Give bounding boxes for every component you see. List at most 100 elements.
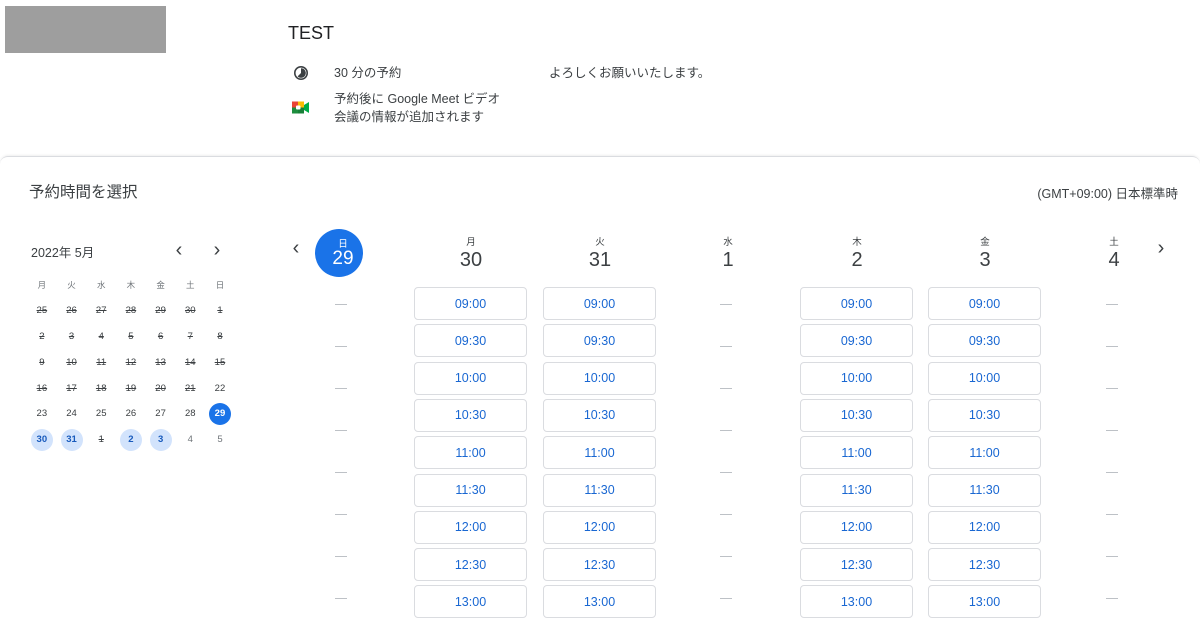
clock-icon	[290, 64, 312, 82]
time-slot-button[interactable]: 12:30	[928, 548, 1041, 582]
day-column: 金 3 09:00 09:30 10:00 10:30 11:00 11:30 12:00 12:…	[925, 228, 1045, 619]
time-slot-button[interactable]: 09:30	[800, 324, 913, 358]
mini-calendar-day[interactable]: 23	[27, 403, 57, 425]
time-slot-button[interactable]: 10:30	[800, 398, 913, 432]
mini-calendar-week: 9 10 11 12 13 14 15	[27, 349, 237, 375]
meet-row: 予約後に Google Meet ビデオ 会議の情報が追加されます	[290, 90, 530, 126]
chevron-left-icon: ‹	[175, 238, 183, 261]
mini-calendar-day-number: 17	[66, 382, 77, 394]
mini-calendar-day-number: 1	[217, 305, 223, 317]
mini-prev-month-button[interactable]: ‹	[165, 236, 193, 264]
time-slot-button[interactable]: 13:00	[800, 585, 913, 619]
time-slot-button[interactable]: 09:30	[414, 324, 527, 358]
chevron-right-icon: ›	[213, 238, 221, 261]
time-slot-button[interactable]: 10:00	[800, 361, 913, 395]
mini-next-month-button[interactable]: ›	[203, 236, 231, 264]
mini-calendar-day-number: 30	[184, 305, 196, 317]
time-slot-button[interactable]: 12:00	[928, 510, 1041, 544]
mini-weekday-label: 土	[186, 279, 195, 290]
time-slot-button[interactable]: 12:30	[800, 548, 913, 582]
duration-label: 30 分の予約	[334, 66, 402, 80]
time-slot-button[interactable]: 10:30	[928, 398, 1041, 432]
mini-calendar-day-number: 21	[184, 382, 196, 394]
mini-calendar-day: 13	[146, 351, 176, 373]
time-slot-button[interactable]: 11:00	[928, 436, 1041, 470]
day-weekday: 月	[466, 237, 476, 248]
mini-calendar-day[interactable]: 22	[205, 377, 235, 399]
mini-calendar-day: 11	[86, 351, 116, 373]
event-description: よろしくお願いいたします。	[549, 66, 711, 80]
time-slot-button[interactable]: 12:00	[543, 510, 656, 544]
time-slot-button[interactable]: 09:00	[543, 287, 656, 320]
time-slot-button[interactable]: 13:00	[928, 585, 1041, 619]
mini-calendar-week: 2 3 4 5 6 7 8	[27, 324, 237, 350]
logo-placeholder	[5, 6, 166, 53]
day-number: 4	[1108, 249, 1120, 271]
google-meet-icon	[290, 98, 312, 116]
mini-calendar-day[interactable]: 4	[175, 429, 205, 451]
day-column: 水1	[668, 228, 788, 599]
mini-calendar-day[interactable]: 25	[86, 403, 116, 425]
mini-calendar-day-number: 29	[155, 305, 166, 317]
timezone-label[interactable]: (GMT+09:00) 日本標準時	[1037, 183, 1178, 202]
mini-calendar: 2022年 5月 ‹ › 月火水木金土日 25 26 27 28 29 30 1 2 3 4 5 6 7 8…	[22, 236, 232, 451]
time-slot-button[interactable]: 10:30	[414, 398, 527, 432]
time-slot-button[interactable]: 13:00	[543, 585, 656, 619]
mini-calendar-day: 12	[116, 351, 146, 373]
time-slot-button[interactable]: 10:30	[543, 398, 656, 432]
mini-calendar-day[interactable]: 28	[175, 403, 205, 425]
time-slot-button[interactable]: 12:30	[543, 548, 656, 582]
time-slot-button[interactable]: 12:00	[414, 510, 527, 544]
mini-calendar-day: 29	[146, 300, 176, 322]
duration-row: 30 分の予約	[290, 64, 401, 82]
mini-calendar-day: 18	[86, 377, 116, 399]
time-slot-button[interactable]: 11:30	[414, 473, 527, 507]
time-slot-button[interactable]: 11:30	[543, 473, 656, 507]
mini-calendar-day-number: 25	[36, 305, 48, 317]
time-slot-button[interactable]: 11:30	[800, 473, 913, 507]
time-slot-button[interactable]: 09:30	[928, 324, 1041, 358]
mini-calendar-day-number: 6	[157, 330, 164, 342]
time-slot-button[interactable]: 11:00	[800, 436, 913, 470]
mini-calendar-day[interactable]: 31	[57, 428, 87, 451]
mini-calendar-day[interactable]: 30	[27, 428, 57, 451]
mini-calendar-day[interactable]: 5	[205, 429, 235, 451]
mini-weekday-label: 金	[156, 279, 165, 290]
mini-calendar-day[interactable]: 29	[205, 402, 235, 425]
time-slot-button[interactable]: 11:30	[928, 473, 1041, 507]
time-slot-button[interactable]: 09:00	[800, 287, 913, 320]
mini-weekday-label: 日	[215, 279, 225, 290]
day-weekday: 土	[1109, 237, 1119, 248]
time-slot-button[interactable]: 09:00	[928, 287, 1041, 320]
day-column: 月 30 09:00 09:30 10:00 10:30 11:00 11:30 12:00 12…	[411, 228, 531, 619]
day-number: 31	[588, 249, 612, 271]
time-slot-button[interactable]: 12:30	[414, 548, 527, 582]
time-slot-button[interactable]: 10:00	[543, 361, 656, 395]
mini-calendar-day[interactable]: 26	[116, 403, 146, 425]
mini-calendar-day[interactable]: 24	[57, 403, 87, 425]
mini-calendar-day-number: 8	[217, 330, 223, 342]
time-slot-button[interactable]: 12:00	[800, 510, 913, 544]
mini-calendar-day-number: 14	[184, 356, 196, 368]
mini-calendar-day[interactable]: 27	[146, 403, 176, 425]
mini-calendar-day-number: 28	[125, 305, 137, 317]
time-slot-button[interactable]: 13:00	[414, 585, 527, 619]
day-number: 1	[722, 249, 734, 271]
unavailable-dash	[720, 346, 732, 347]
time-slot-button[interactable]: 10:00	[414, 361, 527, 395]
time-slot-button[interactable]: 09:00	[414, 287, 527, 320]
mini-calendar-day-number: 4	[98, 330, 104, 342]
time-slot-button[interactable]: 11:00	[543, 436, 656, 470]
mini-calendar-day[interactable]: 3	[146, 428, 176, 451]
time-slot-button[interactable]: 09:30	[543, 324, 656, 358]
time-slot-button[interactable]: 10:00	[928, 361, 1041, 395]
day-header: 金3	[925, 228, 1045, 284]
unavailable-dash	[1106, 430, 1118, 431]
mini-calendar-week: 23 24 25 26 27 28 29	[27, 401, 237, 427]
mini-calendar-day-number: 19	[125, 382, 137, 394]
mini-calendar-day[interactable]: 2	[116, 428, 146, 451]
mini-calendar-day: 3	[57, 325, 87, 347]
day-header: 水1	[668, 228, 788, 284]
time-slot-button[interactable]: 11:00	[414, 436, 527, 470]
day-number: 3	[979, 249, 991, 271]
